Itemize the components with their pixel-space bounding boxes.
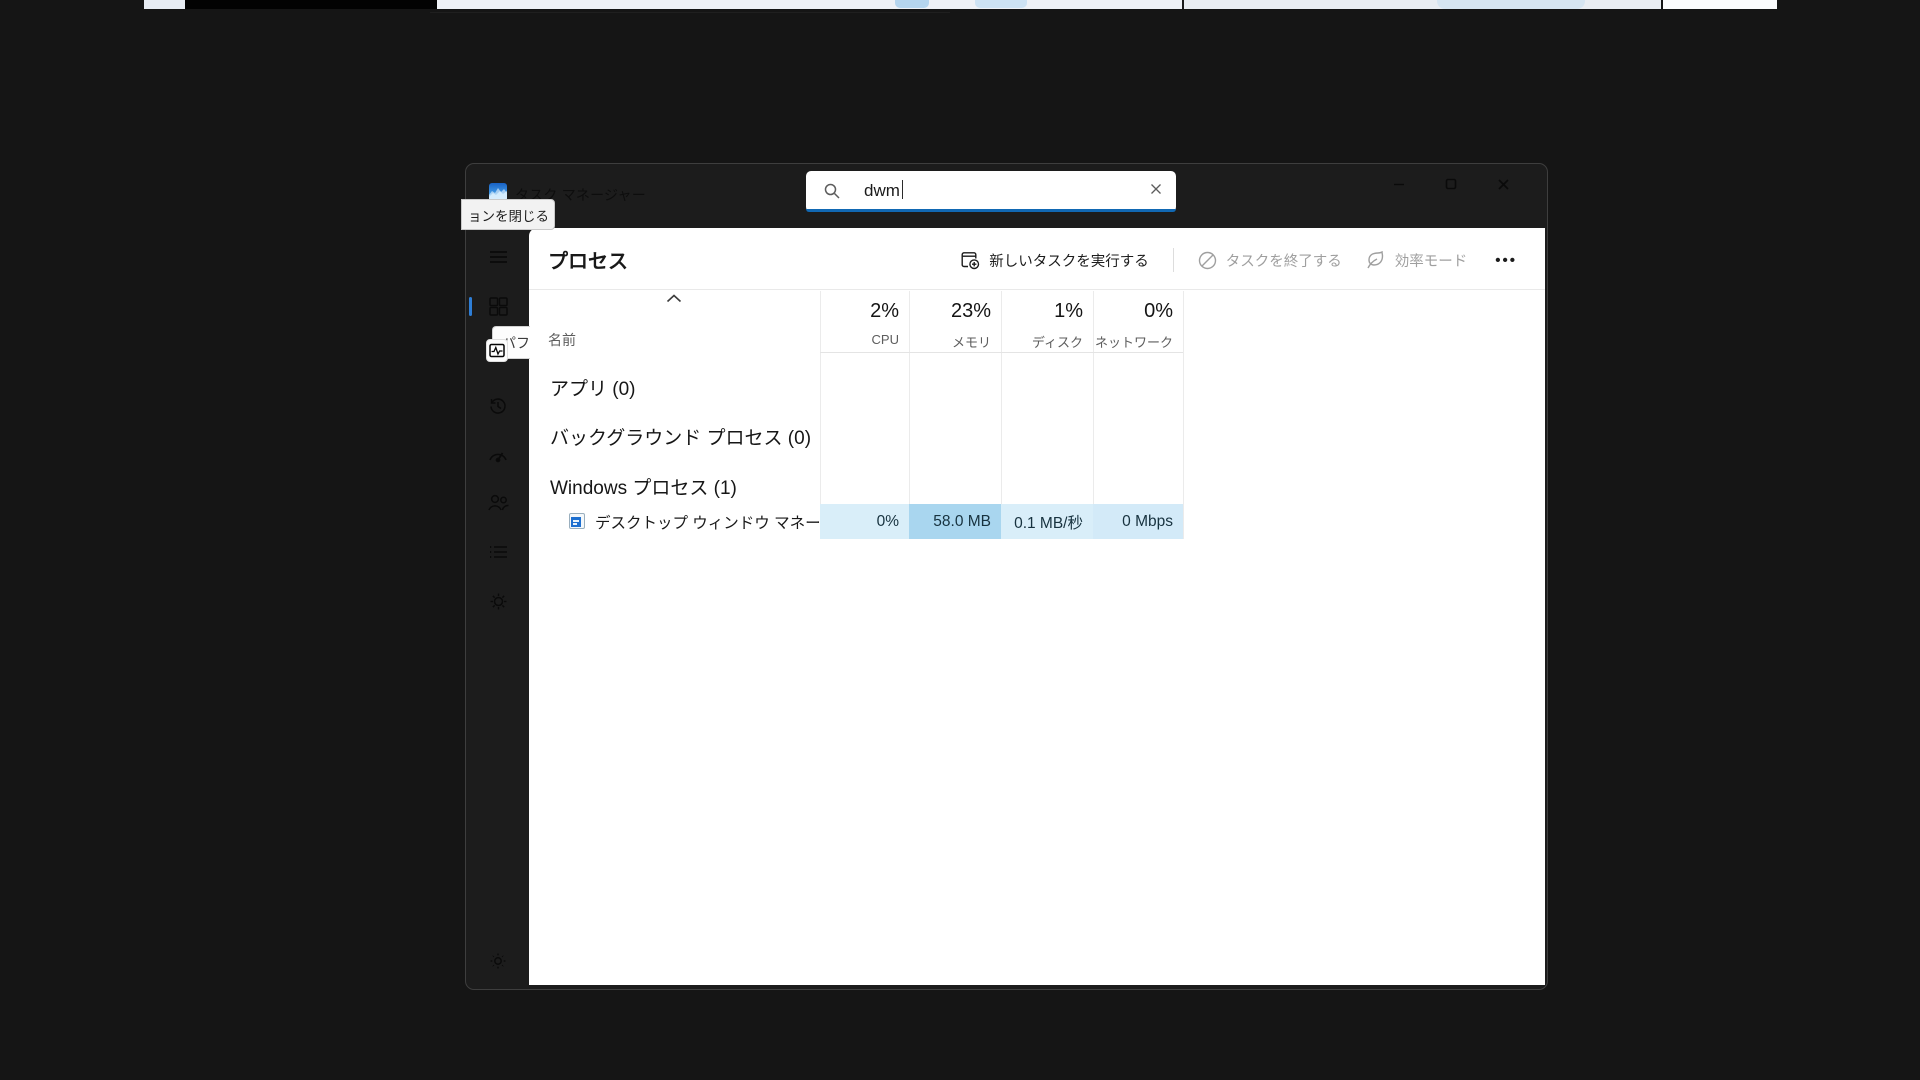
- text-caret: [901, 180, 904, 199]
- sidebar-selected-accent: [469, 297, 472, 316]
- sidebar-item-services[interactable]: [478, 582, 518, 620]
- background-window-strip: [0, 0, 1920, 9]
- end-task-label: タスクを終了する: [1225, 253, 1342, 270]
- end-task-icon: [1198, 251, 1217, 270]
- disk-cell: 0.1 MB/秒: [1001, 504, 1093, 539]
- sidebar-item-startup-apps[interactable]: [478, 436, 518, 474]
- cpu-cell: 0%: [820, 504, 909, 539]
- close-app-tooltip: ョンを閉じる: [461, 199, 555, 230]
- group-row-windows[interactable]: Windows プロセス (1): [550, 473, 737, 500]
- cpu-label: CPU: [871, 332, 899, 347]
- column-header-underline: [820, 352, 1183, 353]
- sidebar-item-users[interactable]: [478, 483, 518, 521]
- hamburger-icon: [489, 250, 508, 264]
- column-divider: [1001, 291, 1002, 539]
- column-divider: [1183, 291, 1184, 539]
- memory-total-usage: 23%: [950, 300, 991, 322]
- strip-segment: [144, 0, 185, 9]
- services-icon: [489, 592, 508, 611]
- run-new-task-button[interactable]: 新しいタスクを実行する: [961, 250, 1149, 271]
- memory-label: メモリ: [951, 335, 991, 350]
- page-title: プロセス: [548, 251, 628, 273]
- close-icon[interactable]: [1477, 166, 1529, 202]
- content-panel: プロセス 新しいタスクを実行する タスクを終了する 効率モード ••• 名前 2…: [529, 228, 1545, 985]
- task-manager-window: タスク マネージャー プロセス 新しいタスクを実行する タスクを終了する 効率モ…: [465, 163, 1548, 990]
- users-icon: [487, 494, 509, 511]
- startup-icon: [488, 447, 508, 463]
- cpu-total-usage: 2%: [870, 300, 899, 322]
- process-row-dwm[interactable]: デスクトップ ウィンドウ マネージャー 0% 58.0 MB 0.1 MB/秒 …: [529, 504, 1545, 539]
- search-box[interactable]: dwm: [806, 171, 1176, 212]
- sidebar-item-settings[interactable]: [478, 942, 518, 980]
- column-divider: [909, 291, 910, 539]
- end-task-button[interactable]: タスクを終了する: [1198, 250, 1342, 271]
- network-cell: 0 Mbps: [1093, 504, 1183, 539]
- column-divider: [820, 291, 821, 539]
- memory-cell: 58.0 MB: [909, 504, 1001, 539]
- search-input[interactable]: dwm: [864, 180, 904, 201]
- group-row-background[interactable]: バックグラウンド プロセス (0): [550, 423, 811, 450]
- clear-icon[interactable]: [1149, 182, 1163, 196]
- dwm-app-icon: [569, 513, 585, 529]
- search-icon: [824, 183, 840, 199]
- toolbar: 新しいタスクを実行する タスクを終了する 効率モード •••: [961, 242, 1521, 278]
- gear-icon: [488, 951, 508, 971]
- processes-icon: [488, 296, 508, 316]
- disk-label: ディスク: [1031, 335, 1083, 350]
- more-options-button[interactable]: •••: [1491, 252, 1521, 269]
- network-label: ネットワーク: [1094, 335, 1173, 350]
- performance-icon[interactable]: [486, 339, 508, 362]
- maximize-icon[interactable]: [1425, 166, 1477, 202]
- column-header-cpu[interactable]: 2% CPU: [820, 291, 909, 353]
- strip-blue-tab: [1437, 0, 1585, 9]
- column-header-network[interactable]: 0% ネットワーク: [1093, 291, 1183, 353]
- column-header-memory[interactable]: 23% メモリ: [909, 291, 1001, 353]
- history-icon: [488, 396, 508, 416]
- window-controls: [1373, 166, 1529, 202]
- disk-total-usage: 1%: [1054, 300, 1083, 322]
- efficiency-mode-label: 効率モード: [1394, 253, 1468, 270]
- network-total-usage: 0%: [1144, 300, 1173, 322]
- sidebar-item-menu[interactable]: [478, 238, 518, 276]
- strip-segment-white: [1663, 0, 1777, 9]
- strip-blue-dash: [895, 0, 929, 8]
- strip-segment: [1184, 0, 1661, 9]
- efficiency-mode-button[interactable]: 効率モード: [1366, 250, 1468, 271]
- sidebar-item-details[interactable]: [478, 533, 518, 571]
- sidebar-item-processes[interactable]: [478, 287, 518, 325]
- efficiency-leaf-icon: [1366, 251, 1386, 269]
- sidebar-item-app-history[interactable]: [478, 387, 518, 425]
- column-divider: [1093, 291, 1094, 539]
- details-icon: [489, 545, 508, 559]
- strip-blue-dash: [975, 0, 1027, 8]
- group-row-apps[interactable]: アプリ (0): [550, 374, 636, 401]
- run-new-task-label: 新しいタスクを実行する: [989, 253, 1149, 270]
- new-task-icon: [961, 251, 980, 270]
- header-divider: [529, 289, 1545, 290]
- column-header-disk[interactable]: 1% ディスク: [1001, 291, 1093, 353]
- strip-segment: [437, 0, 1182, 9]
- sort-ascending-chevron-icon[interactable]: [666, 294, 682, 303]
- desktop-faint-line: [430, 12, 950, 13]
- strip-segment-black: [185, 0, 437, 9]
- minimize-icon[interactable]: [1373, 166, 1425, 202]
- column-header-name[interactable]: 名前: [548, 330, 576, 350]
- toolbar-separator: [1172, 248, 1174, 272]
